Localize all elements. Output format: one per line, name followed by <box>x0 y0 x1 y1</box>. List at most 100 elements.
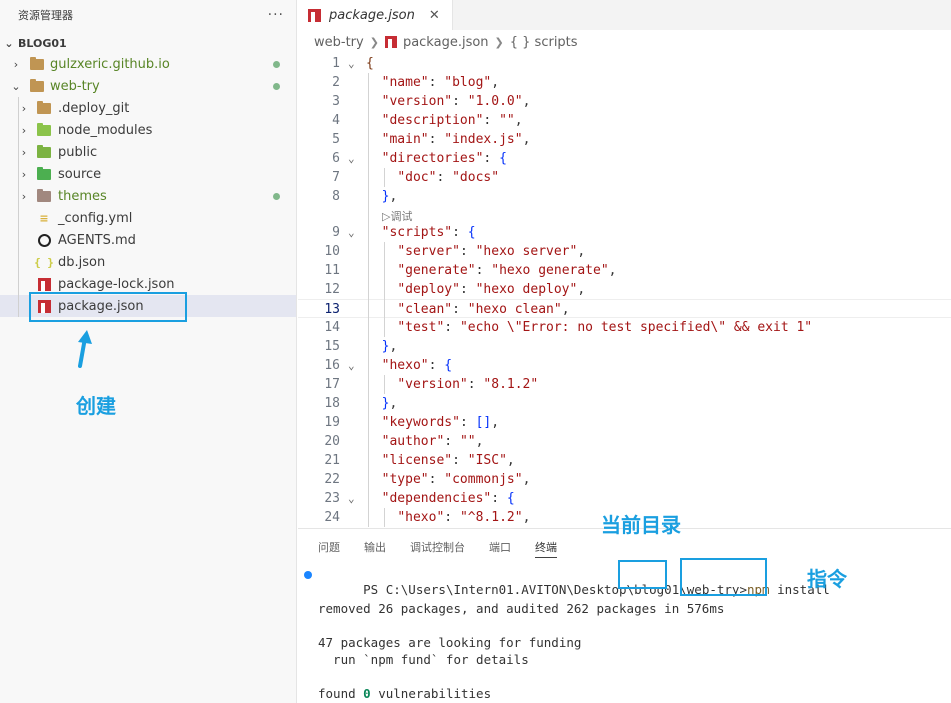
chevron-right-icon: › <box>21 145 27 159</box>
code-text: "test": "echo \"Error: no test specified… <box>397 320 813 335</box>
line-number: 4 <box>332 113 340 128</box>
bottom-panel: 问题 输出 调试控制台 端口 终端 PS C:\Users\Intern01.AVITO… <box>298 513 951 703</box>
code-line: 11 "generate": "hexo generate", <box>298 261 951 280</box>
code-text: "generate": "hexo generate", <box>397 263 617 278</box>
tree-item[interactable]: › gulzxeric.github.io <box>0 53 296 75</box>
command-highlight-box <box>680 558 767 596</box>
panel-tab[interactable]: 终端 <box>535 539 557 558</box>
line-number: 15 <box>324 339 340 354</box>
code-text: }, <box>381 339 398 354</box>
code-editor[interactable]: 1 ⌄{2 "name": "blog", 3 "version": "1.0.0"… <box>298 54 951 528</box>
tree-item[interactable]: AGENTS.md <box>0 229 296 251</box>
folder-icon <box>37 188 51 203</box>
vuln-prefix: found <box>318 686 364 701</box>
line-number: 12 <box>324 282 340 297</box>
tree-item[interactable]: › themes <box>0 185 296 207</box>
folder-icon <box>37 122 51 137</box>
breadcrumb-folder[interactable]: web-try <box>314 35 364 50</box>
code-line: 12 "deploy": "hexo deploy", <box>298 280 951 299</box>
code-text: }, <box>381 396 398 411</box>
code-line: 14 "test": "echo \"Error: no test specif… <box>298 318 951 337</box>
tree-item[interactable]: › source <box>0 163 296 185</box>
tree-item-label: .deploy_git <box>58 100 130 116</box>
panel-tab[interactable]: 端口 <box>489 539 511 557</box>
code-text: "version": "1.0.0", <box>381 94 531 109</box>
code-line: 17 "version": "8.1.2" <box>298 375 951 394</box>
code-line: 3 "version": "1.0.0", <box>298 92 951 111</box>
chevron-right-icon: ❯ <box>369 35 379 49</box>
line-number: 7 <box>332 170 340 185</box>
tree-item-label: gulzxeric.github.io <box>50 56 170 72</box>
line-number: 19 <box>324 415 340 430</box>
breadcrumb-symbol[interactable]: { } scripts <box>510 35 578 50</box>
tree-indent-guide <box>18 97 19 317</box>
indent-guide <box>384 242 385 337</box>
chevron-right-icon: › <box>21 123 27 137</box>
fold-chevron-icon[interactable]: ⌄ <box>348 149 355 168</box>
tree-item[interactable]: ⌄ web-try <box>0 75 296 97</box>
npm-icon <box>37 277 51 291</box>
code-line: 6 ⌄ "directories": { <box>298 149 951 168</box>
current-dir-highlight-box <box>618 560 667 589</box>
code-line: 16 ⌄ "hexo": { <box>298 356 951 375</box>
tree-item[interactable]: ≡ _config.yml <box>0 207 296 229</box>
terminal-output-line: removed 26 packages, and audited 262 pac… <box>318 601 725 616</box>
tree-item-label: AGENTS.md <box>58 232 136 248</box>
fold-chevron-icon[interactable]: ⌄ <box>348 54 355 73</box>
explorer-header: 资源管理器 ··· <box>0 0 296 30</box>
code-line: 18 }, <box>298 394 951 413</box>
editor-tab-bar: package.json ✕ <box>298 0 951 30</box>
tree-item[interactable]: › public <box>0 141 296 163</box>
line-number: 13 <box>324 302 340 317</box>
tree-item[interactable]: › node_modules <box>0 119 296 141</box>
tree-item-label: source <box>58 166 102 182</box>
terminal-vuln-line: found 0 vulnerabilities <box>318 686 491 701</box>
line-number: 24 <box>324 510 340 525</box>
panel-tab[interactable]: 调试控制台 <box>410 539 465 557</box>
code-text: "main": "index.js", <box>381 132 531 147</box>
yaml-icon: ≡ <box>39 211 49 225</box>
code-text: "server": "hexo server", <box>397 244 586 259</box>
arrow-up-icon <box>78 330 92 368</box>
panel-tab[interactable]: 问题 <box>318 539 340 557</box>
git-modified-dot-icon <box>273 60 280 68</box>
fold-chevron-icon[interactable]: ⌄ <box>348 223 355 242</box>
code-text: "directories": { <box>381 151 507 166</box>
code-line: 9 ⌄ "scripts": { <box>298 223 951 242</box>
line-number: 20 <box>324 434 340 449</box>
workspace-section-header[interactable]: ⌄ BLOG01 <box>0 33 296 53</box>
npm-icon <box>308 8 321 22</box>
breadcrumb-file[interactable]: package.json <box>403 35 489 50</box>
code-text: "doc": "docs" <box>397 170 500 185</box>
code-text: "description": "", <box>381 113 523 128</box>
code-line: 4 "description": "", <box>298 111 951 130</box>
terminal-output-line: run `npm fund` for details <box>318 652 529 667</box>
line-number: 22 <box>324 472 340 487</box>
tab-label: package.json <box>329 7 415 23</box>
code-text: "name": "blog", <box>381 75 500 90</box>
explorer-title: 资源管理器 <box>18 9 73 22</box>
close-icon[interactable]: ✕ <box>429 8 440 23</box>
folder-icon <box>37 144 51 159</box>
tree-item-label: node_modules <box>58 122 153 138</box>
tab-package-json[interactable]: package.json ✕ <box>298 0 453 30</box>
indent-guide <box>384 508 385 527</box>
line-number: 23 <box>324 491 340 506</box>
code-line: 8 }, <box>298 187 951 206</box>
indent-guide <box>368 73 369 527</box>
tree-item[interactable]: › .deploy_git <box>0 97 296 119</box>
markdown-icon <box>37 233 51 247</box>
more-actions-button[interactable]: ··· <box>268 7 284 23</box>
explorer-sidebar: 资源管理器 ··· ⌄ BLOG01 › gulzxeric.github.io ⌄… <box>0 0 297 703</box>
panel-tab[interactable]: 输出 <box>364 539 386 557</box>
fold-chevron-icon[interactable]: ⌄ <box>348 356 355 375</box>
code-text: "dependencies": { <box>381 491 515 506</box>
fold-chevron-icon[interactable]: ⌄ <box>348 489 355 508</box>
npm-icon <box>384 36 397 49</box>
code-text: "scripts": { <box>381 225 476 240</box>
code-text: "type": "commonjs", <box>381 472 531 487</box>
code-line: 13 "clean": "hexo clean", <box>298 299 951 318</box>
tree-item[interactable]: { } db.json <box>0 251 296 273</box>
debug-codelens[interactable]: ▷调试 <box>382 208 412 224</box>
breadcrumb: web-try ❯ package.json ❯ { } scripts <box>298 30 951 54</box>
